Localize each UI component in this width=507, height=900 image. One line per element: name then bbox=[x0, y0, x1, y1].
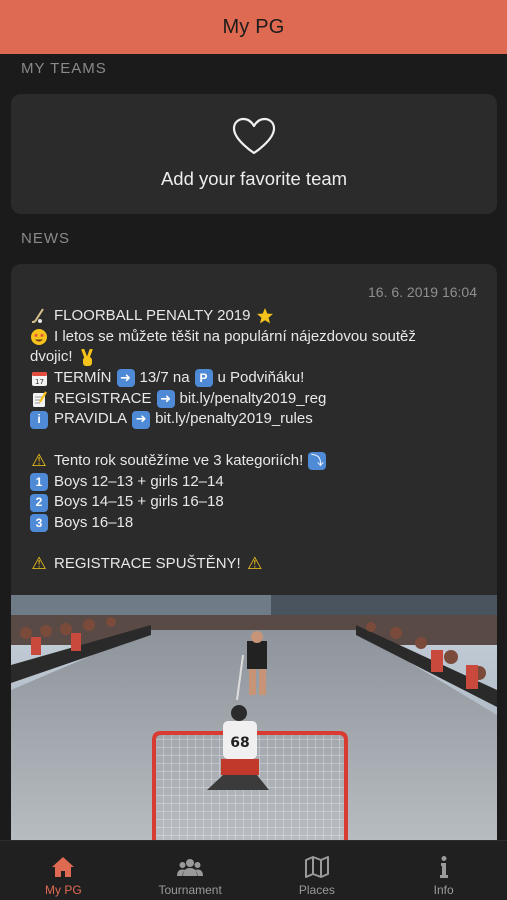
tab-label: My PG bbox=[45, 883, 82, 897]
people-icon bbox=[177, 859, 204, 876]
news-line: 17 TERMÍN ➜ 13/7 na P u Podviňáku! bbox=[30, 368, 490, 389]
news-text: Tento rok soutěžíme ve 3 kategoriích! bbox=[54, 451, 304, 469]
news-line: i PRAVIDLA ➜ bit.ly/penalty2019_rules bbox=[30, 409, 490, 430]
news-line: 2 Boys 14–15 + girls 16–18 bbox=[30, 492, 490, 513]
hockey-stick-icon bbox=[30, 307, 48, 325]
news-line: 3 Boys 16–18 bbox=[30, 513, 490, 534]
news-text: TERMÍN bbox=[54, 369, 112, 387]
news-line: FLOORBALL PENALTY 2019 bbox=[30, 306, 490, 327]
add-favorite-team-card[interactable]: Add your favorite team bbox=[11, 94, 497, 214]
parking-icon: P bbox=[194, 369, 213, 388]
news-card[interactable]: 16. 6. 2019 16:04 FLOORBALL PENALTY 2019… bbox=[11, 264, 497, 864]
warning-icon: ⚠ bbox=[31, 450, 47, 470]
news-text: Boys 12–13 + girls 12–14 bbox=[54, 472, 224, 490]
news-text: dvojic! bbox=[30, 348, 73, 366]
down-arrow-icon: ⤵ bbox=[308, 452, 327, 471]
news-text: u Podviňáku! bbox=[217, 369, 305, 387]
heart-icon bbox=[232, 117, 276, 155]
tab-info[interactable]: Info bbox=[380, 841, 507, 900]
news-photo[interactable]: 68 bbox=[11, 595, 497, 840]
news-blank-line bbox=[30, 430, 490, 451]
news-text: Boys 16–18 bbox=[54, 513, 134, 531]
tab-tournament[interactable]: Tournament bbox=[127, 841, 254, 900]
page-title: My PG bbox=[222, 15, 285, 38]
keycap-2-icon: 2 bbox=[30, 493, 48, 512]
news-text: REGISTRACE bbox=[54, 389, 152, 407]
news-line: 1 Boys 12–13 + girls 12–14 bbox=[30, 472, 490, 493]
news-section-title: NEWS bbox=[21, 230, 70, 247]
svg-text:17: 17 bbox=[35, 378, 44, 386]
star-icon bbox=[256, 307, 274, 325]
news-text: REGISTRACE SPUŠTĚNY! bbox=[54, 555, 241, 573]
star-struck-emoji-icon bbox=[30, 328, 48, 346]
tab-my-pg[interactable]: My PG bbox=[0, 841, 127, 900]
tab-label: Info bbox=[433, 883, 454, 897]
memo-icon bbox=[30, 390, 48, 408]
add-favorite-team-label: Add your favorite team bbox=[160, 168, 348, 189]
home-icon bbox=[52, 857, 75, 877]
app-header: My PG bbox=[0, 0, 507, 54]
news-line: ⚠ REGISTRACE SPUŠTĚNY! ⚠ bbox=[30, 554, 490, 575]
warning-icon: ⚠ bbox=[247, 554, 263, 574]
news-text: FLOORBALL PENALTY 2019 bbox=[54, 307, 251, 324]
right-arrow-icon: ➜ bbox=[116, 369, 135, 388]
info-emoji-icon: i bbox=[30, 410, 48, 429]
news-text: 13/7 na bbox=[139, 369, 190, 387]
news-blank-line bbox=[30, 534, 490, 555]
news-line: dvojic! bbox=[30, 347, 490, 368]
photo-jersey-number: 68 bbox=[230, 735, 249, 751]
tab-places[interactable]: Places bbox=[254, 841, 381, 900]
right-arrow-icon: ➜ bbox=[132, 410, 151, 429]
news-line: REGISTRACE ➜ bit.ly/penalty2019_reg bbox=[30, 389, 490, 410]
news-link[interactable]: bit.ly/penalty2019_rules bbox=[155, 409, 313, 430]
tab-label: Tournament bbox=[158, 883, 222, 897]
victory-hand-icon bbox=[78, 348, 96, 367]
keycap-1-icon: 1 bbox=[30, 472, 48, 491]
tab-bar: My PG Tournament Places Info bbox=[0, 840, 507, 900]
news-body: FLOORBALL PENALTY 2019 I letos se můžete… bbox=[30, 306, 490, 575]
news-link[interactable]: bit.ly/penalty2019_reg bbox=[180, 389, 327, 410]
news-line: ⚠ Tento rok soutěžíme ve 3 kategoriích! … bbox=[30, 451, 490, 472]
calendar-icon: 17 bbox=[30, 369, 48, 387]
warning-icon: ⚠ bbox=[31, 554, 47, 574]
news-text: PRAVIDLA bbox=[54, 410, 128, 428]
keycap-3-icon: 3 bbox=[30, 514, 48, 533]
my-teams-section-title: MY TEAMS bbox=[21, 60, 107, 77]
tab-label: Places bbox=[298, 883, 335, 897]
news-text: I letos se můžete těšit na populární náj… bbox=[54, 327, 416, 345]
map-icon bbox=[304, 856, 329, 878]
news-text: Boys 14–15 + girls 16–18 bbox=[54, 493, 224, 511]
news-date: 16. 6. 2019 16:04 bbox=[368, 284, 477, 300]
info-icon bbox=[439, 856, 448, 878]
right-arrow-icon: ➜ bbox=[156, 390, 175, 409]
news-line: I letos se můžete těšit na populární náj… bbox=[30, 327, 490, 348]
